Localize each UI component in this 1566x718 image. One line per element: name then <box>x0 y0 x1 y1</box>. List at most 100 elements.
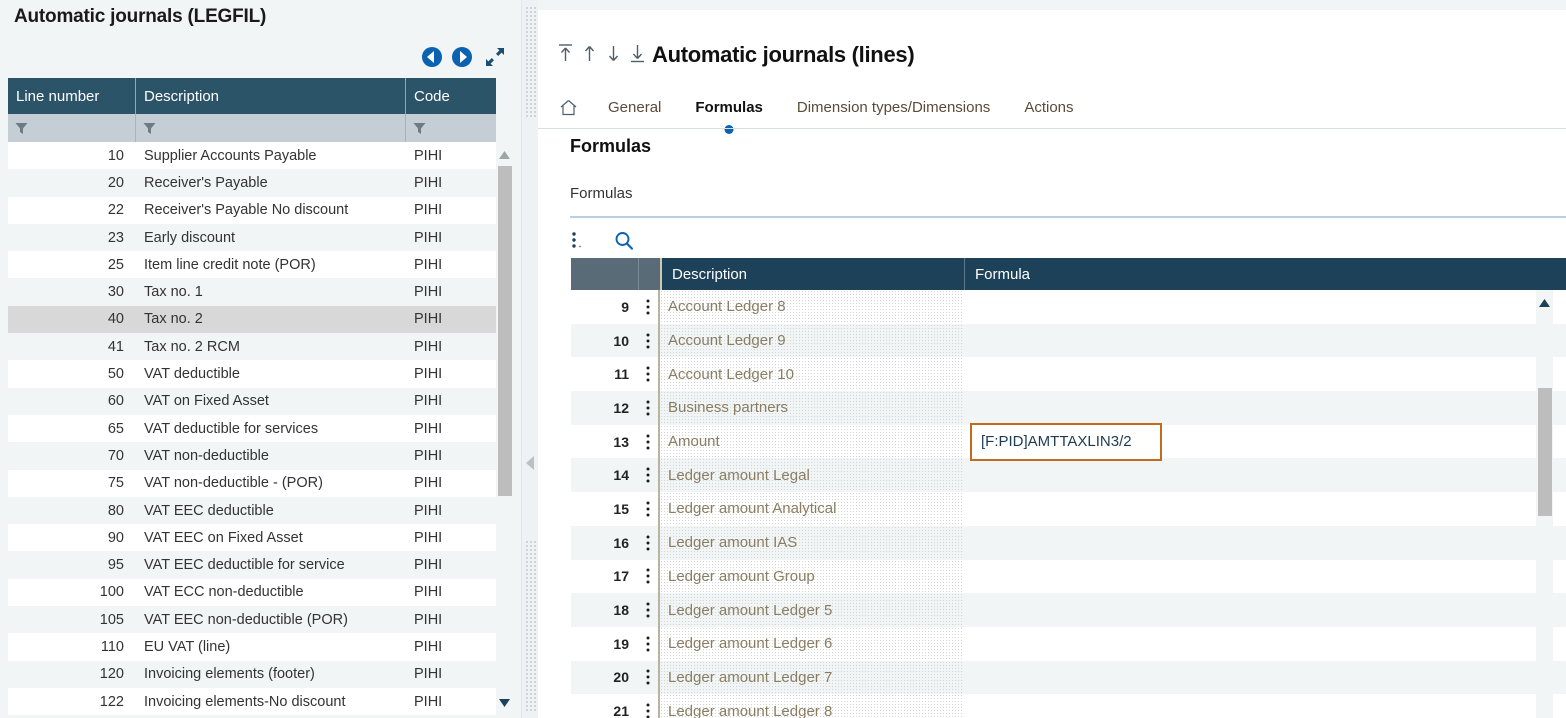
scrollbar-thumb[interactable] <box>498 166 512 496</box>
row-menu-icon[interactable] <box>638 626 660 661</box>
next-record-icon[interactable] <box>606 42 621 64</box>
scroll-down-arrow-icon[interactable] <box>498 698 511 708</box>
row-menu-icon[interactable] <box>638 323 660 358</box>
table-row[interactable]: 16 Ledger amount IAS <box>571 525 1566 560</box>
column-header-code[interactable]: Code <box>406 78 496 114</box>
table-row[interactable]: 75 VAT non-deductible - (POR) PIHI <box>8 469 496 497</box>
cell-description[interactable]: Ledger amount Legal <box>660 458 964 493</box>
cell-formula[interactable]: [F:PID]AMTTAXLIN3/2 <box>964 422 1566 461</box>
table-row[interactable]: 110 EU VAT (line) PIHI <box>8 633 496 661</box>
tab-general[interactable]: General <box>591 90 678 124</box>
table-row[interactable]: 80 VAT EEC deductible PIHI <box>8 496 496 525</box>
cell-formula[interactable] <box>964 593 1566 627</box>
cell-description[interactable]: Account Ledger 9 <box>660 323 964 358</box>
table-row[interactable]: 18 Ledger amount Ledger 5 <box>571 593 1566 627</box>
circle-right-arrow-icon[interactable] <box>451 46 473 68</box>
table-row[interactable]: 10 Supplier Accounts Payable PIHI <box>8 142 496 170</box>
cell-description[interactable]: Ledger amount Group <box>660 559 964 594</box>
row-menu-icon[interactable] <box>638 593 660 627</box>
table-row[interactable]: 25 Item line credit note (POR) PIHI <box>8 251 496 279</box>
tab-actions[interactable]: Actions <box>1007 90 1090 124</box>
previous-record-icon[interactable] <box>582 42 597 64</box>
filter-cell-description[interactable] <box>136 114 406 142</box>
more-options-icon[interactable] <box>570 230 584 252</box>
cell-formula[interactable] <box>964 560 1566 594</box>
table-row[interactable]: 105 VAT EEC non-deductible (POR) PIHI <box>8 606 496 634</box>
expand-diagonal-icon[interactable] <box>481 47 505 67</box>
cell-formula[interactable] <box>964 526 1566 560</box>
filter-cell-code[interactable] <box>406 114 496 142</box>
row-menu-icon[interactable] <box>638 559 660 594</box>
table-row[interactable]: 23 Early discount PIHI <box>8 223 496 252</box>
cell-formula[interactable] <box>964 290 1566 324</box>
table-row[interactable]: 17 Ledger amount Group <box>571 559 1566 594</box>
search-icon[interactable] <box>614 230 634 252</box>
column-header-line-number[interactable]: Line number <box>8 78 136 114</box>
table-row[interactable]: 40 Tax no. 2 PIHI <box>8 305 496 334</box>
table-row[interactable]: 13 Amount [F:PID]AMTTAXLIN3/2 <box>571 422 1566 461</box>
cell-formula[interactable] <box>964 458 1566 492</box>
scroll-up-arrow-icon[interactable] <box>498 150 511 160</box>
cell-formula[interactable] <box>964 324 1566 358</box>
cell-formula[interactable] <box>964 627 1566 661</box>
row-menu-icon[interactable] <box>638 660 660 695</box>
cell-description[interactable]: Ledger amount Analytical <box>660 492 964 526</box>
row-menu-icon[interactable] <box>638 391 660 425</box>
table-row[interactable]: 20 Receiver's Payable PIHI <box>8 169 496 197</box>
column-header-description[interactable]: Description <box>136 78 406 114</box>
cell-description[interactable]: Ledger amount Ledger 6 <box>660 626 964 661</box>
tab-dimension-types-dimensions[interactable]: Dimension types/Dimensions <box>780 90 1007 124</box>
table-row[interactable]: 20 Ledger amount Ledger 7 <box>571 660 1566 695</box>
table-row[interactable]: 60 VAT on Fixed Asset PIHI <box>8 387 496 415</box>
table-row[interactable]: 14 Ledger amount Legal <box>571 458 1566 493</box>
cell-formula[interactable] <box>964 694 1566 718</box>
cell-description[interactable]: Ledger amount Ledger 7 <box>660 660 964 695</box>
cell-description[interactable]: Account Ledger 10 <box>660 357 964 392</box>
column-header-formula[interactable]: Formula <box>964 258 1566 290</box>
table-row[interactable]: 9 Account Ledger 8 <box>571 290 1566 324</box>
table-row[interactable]: 65 VAT deductible for services PIHI <box>8 414 496 443</box>
cell-description[interactable]: Business partners <box>660 391 964 425</box>
cell-description[interactable]: Account Ledger 8 <box>660 290 964 324</box>
cell-formula[interactable] <box>964 492 1566 526</box>
table-row[interactable]: 21 Ledger amount Ledger 8 <box>571 694 1566 718</box>
cell-description[interactable]: Amount <box>660 424 964 459</box>
table-row[interactable]: 50 VAT deductible PIHI <box>8 360 496 388</box>
table-row[interactable]: 122 Invoicing elements-No discount PIHI <box>8 687 496 716</box>
cell-description[interactable]: Ledger amount Ledger 5 <box>660 593 964 627</box>
table-row[interactable]: 90 VAT EEC on Fixed Asset PIHI <box>8 524 496 552</box>
scrollbar-thumb[interactable] <box>1538 388 1552 516</box>
table-row[interactable]: 22 Receiver's Payable No discount PIHI <box>8 196 496 224</box>
table-row[interactable]: 100 VAT ECC non-deductible PIHI <box>8 578 496 607</box>
table-row[interactable]: 15 Ledger amount Analytical <box>571 492 1566 526</box>
cell-formula[interactable] <box>964 391 1566 425</box>
row-menu-icon[interactable] <box>638 458 660 493</box>
cell-description[interactable]: Ledger amount Ledger 8 <box>660 694 964 718</box>
table-row[interactable]: 30 Tax no. 1 PIHI <box>8 278 496 306</box>
row-menu-icon[interactable] <box>638 525 660 560</box>
table-row[interactable]: 70 VAT non-deductible PIHI <box>8 442 496 470</box>
table-row[interactable]: 10 Account Ledger 9 <box>571 323 1566 358</box>
cell-formula[interactable] <box>964 661 1566 695</box>
circle-left-arrow-icon[interactable] <box>421 46 443 68</box>
formula-input-active[interactable]: [F:PID]AMTTAXLIN3/2 <box>970 422 1162 461</box>
table-row[interactable]: 12 Business partners <box>571 391 1566 425</box>
filter-cell-line-number[interactable] <box>8 114 136 142</box>
last-record-icon[interactable] <box>630 42 645 64</box>
table-row[interactable]: 41 Tax no. 2 RCM PIHI <box>8 333 496 361</box>
cell-formula[interactable] <box>964 357 1566 391</box>
tab-formulas[interactable]: Formulas <box>678 90 780 134</box>
row-menu-icon[interactable] <box>638 424 660 459</box>
scroll-up-arrow-icon[interactable] <box>1538 298 1551 308</box>
table-row[interactable]: 11 Account Ledger 10 <box>571 357 1566 392</box>
row-menu-icon[interactable] <box>638 357 660 392</box>
row-menu-icon[interactable] <box>638 694 660 718</box>
cell-description[interactable]: Ledger amount IAS <box>660 525 964 560</box>
left-grid-scrollbar[interactable] <box>496 142 513 718</box>
first-record-icon[interactable] <box>558 42 573 64</box>
table-row[interactable]: 120 Invoicing elements (footer) PIHI <box>8 660 496 688</box>
table-row[interactable]: 19 Ledger amount Ledger 6 <box>571 626 1566 661</box>
row-menu-icon[interactable] <box>638 290 660 324</box>
table-row[interactable]: 95 VAT EEC deductible for service PIHI <box>8 551 496 579</box>
column-header-description[interactable]: Description <box>660 258 964 290</box>
